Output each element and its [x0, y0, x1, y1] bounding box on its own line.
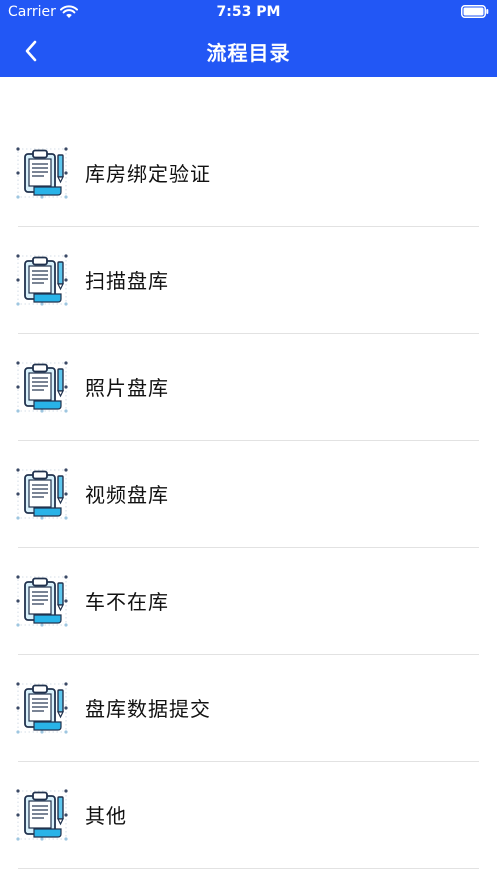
- list-item-label: 扫描盘库: [85, 269, 169, 293]
- divider: [18, 868, 479, 869]
- nav-bar: 流程目录: [0, 26, 497, 77]
- list-item-label: 车不在库: [85, 590, 169, 614]
- process-list: 库房绑定验证 扫描盘库 照片盘库 视频盘库 车不在库 盘库数据提交 其他: [0, 120, 497, 869]
- clipboard-icon: [16, 682, 68, 734]
- clipboard-icon: [16, 575, 68, 627]
- page-title: 流程目录: [206, 41, 291, 65]
- list-item-label: 照片盘库: [85, 376, 169, 400]
- list-item[interactable]: 照片盘库: [0, 334, 497, 441]
- list-item[interactable]: 扫描盘库: [0, 227, 497, 334]
- list-item-label: 其他: [85, 804, 127, 828]
- clipboard-icon: [16, 254, 68, 306]
- list-item[interactable]: 库房绑定验证: [0, 120, 497, 227]
- clipboard-icon: [16, 468, 68, 520]
- list-item[interactable]: 其他: [0, 762, 497, 869]
- clipboard-icon: [16, 147, 68, 199]
- list-item-label: 视频盘库: [85, 483, 169, 507]
- clipboard-icon: [16, 789, 68, 841]
- status-time: 7:53 PM: [216, 4, 281, 20]
- list-item[interactable]: 视频盘库: [0, 441, 497, 548]
- list-item[interactable]: 盘库数据提交: [0, 655, 497, 762]
- header: Carrier 7:53 PM 流程目录: [0, 0, 497, 77]
- battery-icon: [461, 5, 489, 18]
- list-item[interactable]: 车不在库: [0, 548, 497, 655]
- list-item-label: 盘库数据提交: [85, 697, 211, 721]
- list-item-label: 库房绑定验证: [85, 162, 211, 186]
- status-bar: Carrier 7:53 PM: [0, 0, 497, 26]
- clipboard-icon: [16, 361, 68, 413]
